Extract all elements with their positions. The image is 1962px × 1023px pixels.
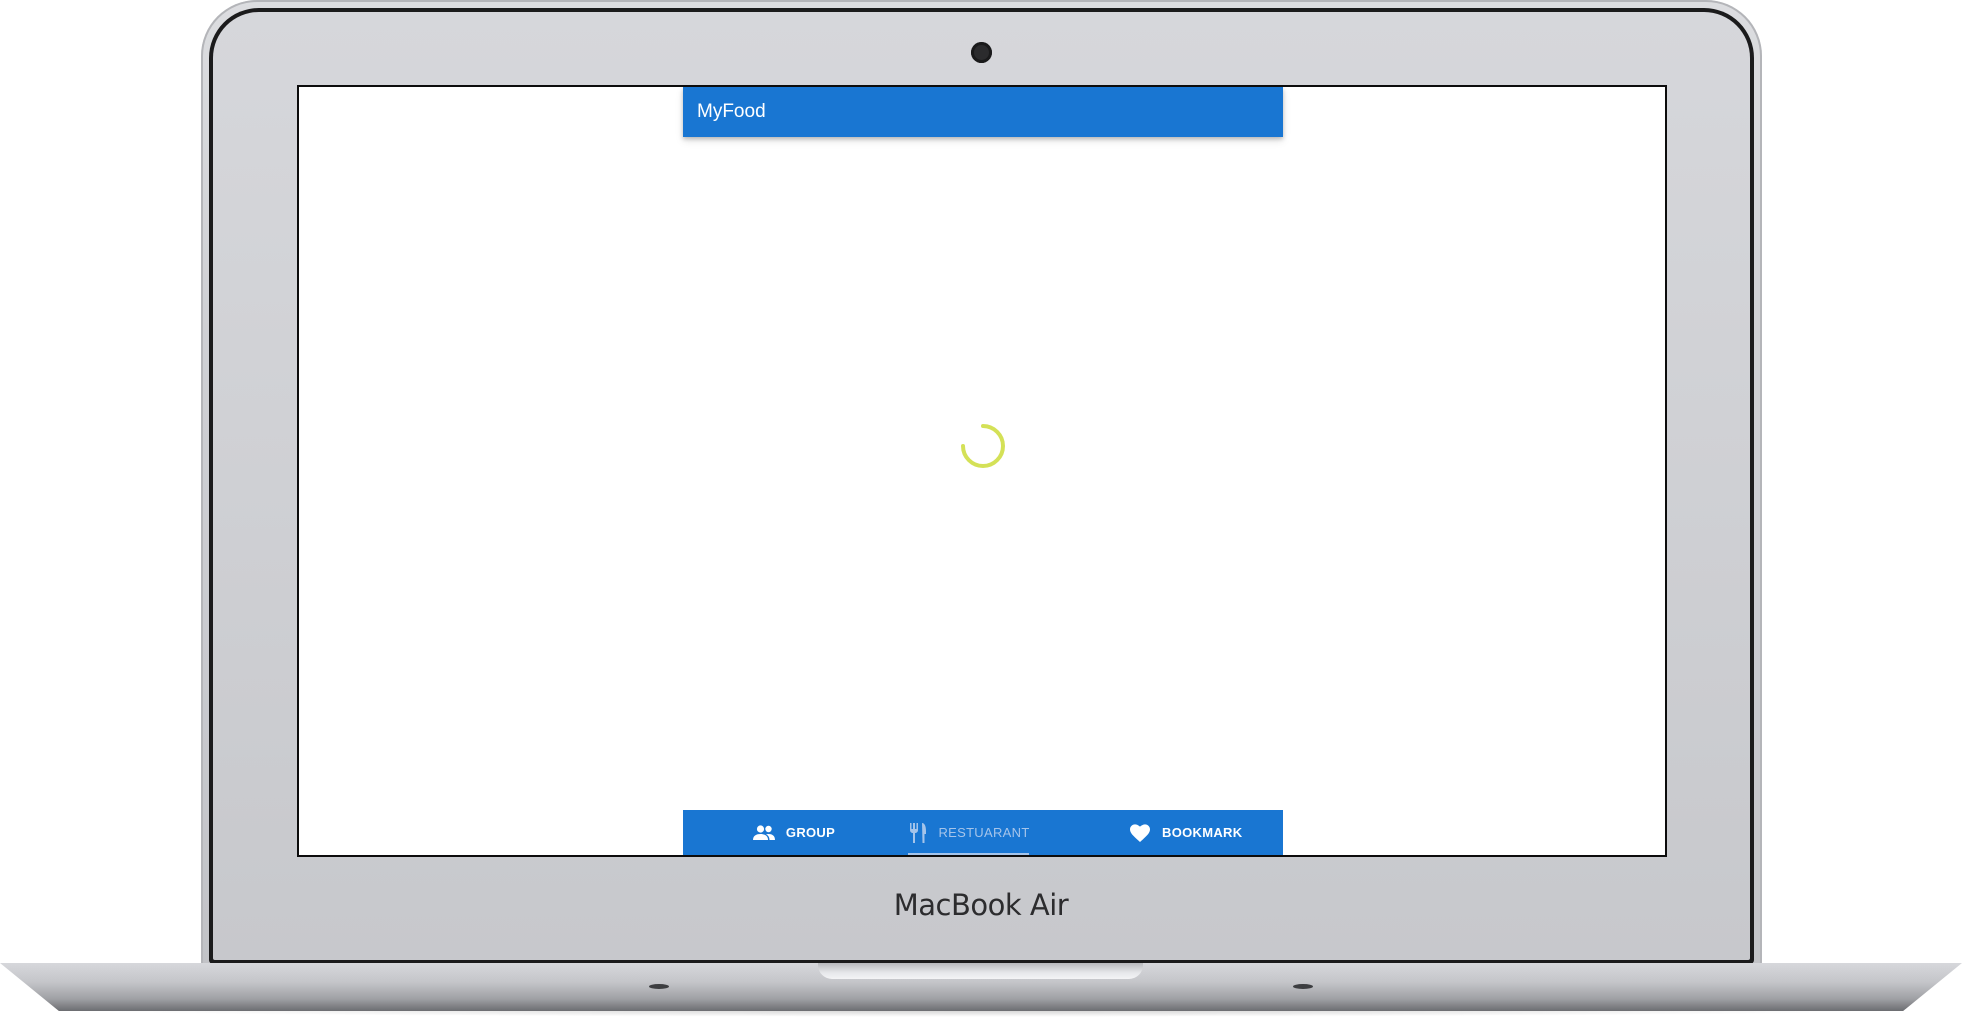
bottom-navigation: GROUP RESTUARANT BOOKMARK bbox=[683, 810, 1283, 855]
tab-bookmark[interactable]: BOOKMARK bbox=[1123, 810, 1277, 855]
camera-icon bbox=[971, 42, 992, 63]
group-icon bbox=[751, 822, 777, 844]
tab-bookmark-label: BOOKMARK bbox=[1162, 825, 1243, 840]
laptop-brand-label: MacBook Air bbox=[893, 888, 1069, 922]
active-tab-indicator bbox=[908, 853, 1029, 855]
laptop-foot-left bbox=[649, 984, 669, 989]
laptop-mockup: MyFood GROUP RESTUARANT BOOKMARK MacBook… bbox=[0, 0, 1962, 1023]
screen: MyFood GROUP RESTUARANT BOOKMARK bbox=[297, 85, 1667, 857]
tab-group-label: GROUP bbox=[785, 825, 836, 840]
app-window: MyFood GROUP RESTUARANT BOOKMARK bbox=[683, 87, 1283, 855]
laptop-foot-right bbox=[1293, 984, 1313, 989]
tab-restaurant[interactable]: RESTUARANT bbox=[908, 810, 1029, 855]
restaurant-icon bbox=[907, 822, 929, 844]
lid-opening-notch bbox=[818, 963, 1143, 979]
app-bar: MyFood bbox=[683, 87, 1283, 137]
tab-group[interactable]: GROUP bbox=[723, 810, 863, 855]
heart-icon bbox=[1127, 822, 1153, 844]
tab-restaurant-label: RESTUARANT bbox=[938, 825, 1030, 840]
loading-spinner-icon bbox=[961, 424, 1005, 468]
app-title: MyFood bbox=[697, 101, 766, 122]
